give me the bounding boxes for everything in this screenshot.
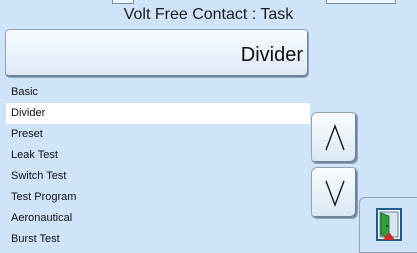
list-item-preset[interactable]: Preset [6,124,310,145]
chevron-down-icon [324,180,345,207]
list-item-basic[interactable]: Basic [6,82,310,103]
list-item-leak-test[interactable]: Leak Test [6,145,310,166]
list-item-burst-test[interactable]: Burst Test [6,229,310,250]
task-list: Basic Divider Preset Leak Test Switch Te… [6,82,310,250]
current-task-display[interactable]: Divider [5,29,309,78]
scroll-up-button[interactable] [311,112,358,164]
chevron-up-icon [324,124,345,151]
exit-button[interactable] [359,197,417,253]
list-item-aeronautical[interactable]: Aeronautical [6,208,310,229]
list-item-switch-test[interactable]: Switch Test [6,166,310,187]
list-item-divider[interactable]: Divider [6,103,310,124]
list-item-test-program[interactable]: Test Program [6,187,310,208]
current-task-label: Divider [240,44,303,66]
page-title: Volt Free Contact : Task [123,6,294,23]
scroll-down-button[interactable] [311,167,358,219]
exit-door-icon [376,208,402,241]
